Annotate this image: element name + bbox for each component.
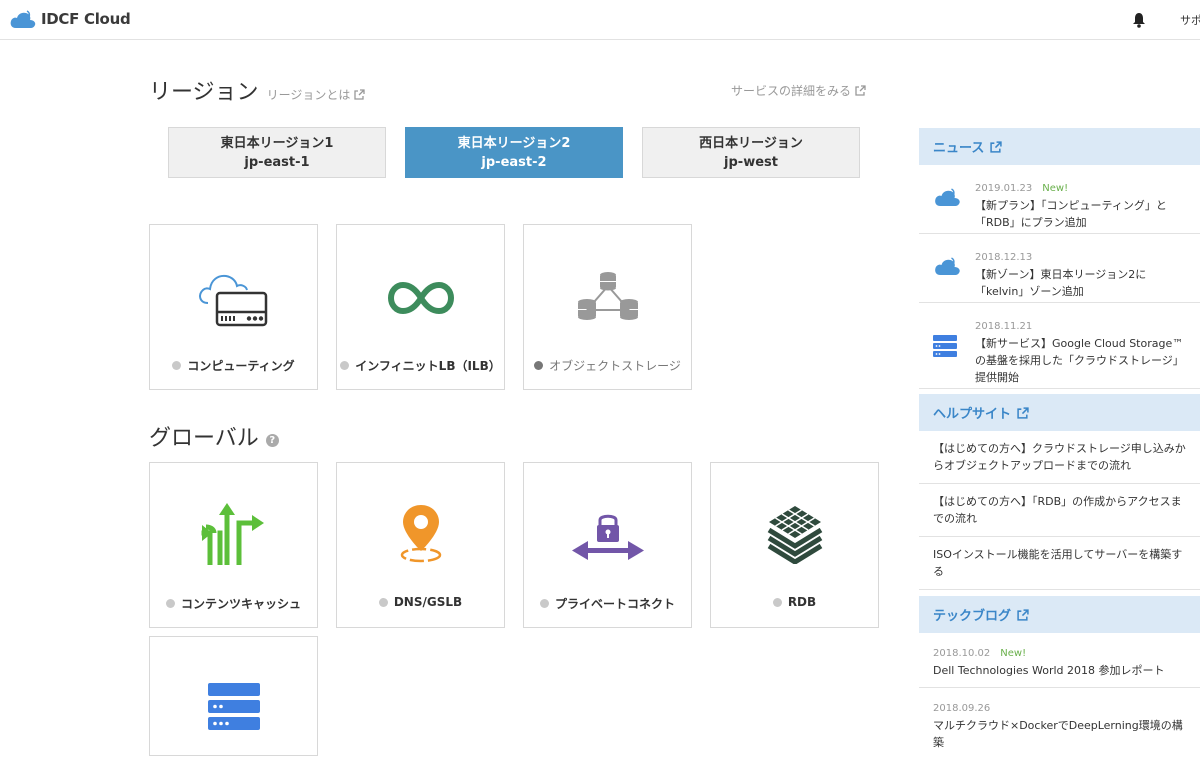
service-label: RDB xyxy=(711,595,878,609)
region-tab-jp-west[interactable]: 西日本リージョン jp-west xyxy=(642,127,860,178)
app-title: IDCF Cloud xyxy=(41,10,131,28)
service-card-dns-gslb[interactable]: DNS/GSLB xyxy=(336,462,505,628)
service-label: コンテンツキャッシュ xyxy=(150,595,317,612)
status-dot xyxy=(165,599,175,608)
help-item[interactable]: ISOインストール機能を活用してサーバーを構築する xyxy=(919,537,1200,590)
external-link-icon xyxy=(1017,406,1029,419)
news-date: 2018.11.21 xyxy=(975,321,1033,332)
top-header: IDCF Cloud サポ xyxy=(0,0,1200,40)
infinity-icon xyxy=(387,281,454,315)
service-label-text: DNS/GSLB xyxy=(393,595,463,609)
help-item[interactable]: 【はじめての方へ】クラウドストレージ申し込みからオブジェクトアップロードまでの流… xyxy=(919,431,1200,484)
service-label: インフィニットLB（ILB） xyxy=(337,357,504,374)
help-heading[interactable]: ヘルプサイト xyxy=(919,394,1200,431)
storage-icon xyxy=(933,335,957,357)
help-heading-label: ヘルプサイト xyxy=(933,407,1012,422)
service-card-content-cache[interactable]: コンテンツキャッシュ xyxy=(149,462,318,628)
help-icon[interactable]: ? xyxy=(265,433,279,447)
status-dot xyxy=(772,597,782,607)
service-label-text: オブジェクトストレージ xyxy=(549,359,681,373)
news-heading[interactable]: ニュース xyxy=(919,128,1200,165)
new-badge: New! xyxy=(1000,648,1027,659)
blog-heading[interactable]: テックブログ xyxy=(919,596,1200,633)
region-tab-jp-east-2[interactable]: 東日本リージョン2 jp-east-2 xyxy=(405,127,623,178)
new-badge: New! xyxy=(1042,183,1069,194)
service-label-text: プライベートコネクト xyxy=(554,597,675,611)
notification-bell-icon[interactable] xyxy=(1132,12,1146,32)
service-label-text: RDB xyxy=(787,595,817,609)
service-label-text: インフィニットLB（ILB） xyxy=(355,359,501,373)
private-connect-icon xyxy=(571,514,644,560)
storage-server-icon xyxy=(207,683,260,730)
blog-date: 2018.10.02 xyxy=(933,648,991,659)
service-card-private-connect[interactable]: プライベートコネクト xyxy=(523,462,692,628)
region-about-label: リージョンとは xyxy=(266,88,351,102)
news-item[interactable]: 2018.12.13 【新ゾーン】東日本リージョン2に「kelvin」ゾーン追加 xyxy=(919,234,1200,303)
service-card-computing[interactable]: コンピューティング xyxy=(149,224,318,390)
news-text: 【新サービス】Google Cloud Storage™の基盤を採用した「クラウ… xyxy=(975,337,1184,384)
external-link-icon xyxy=(1017,608,1029,621)
region-tab-code: jp-east-1 xyxy=(244,155,310,170)
region-tab-jp-east-1[interactable]: 東日本リージョン1 jp-east-1 xyxy=(168,127,386,178)
blog-item[interactable]: 2018.09.26 マルチクラウド×DockerでDeepLerning環境の… xyxy=(919,688,1200,759)
app-logo[interactable]: IDCF Cloud xyxy=(9,9,131,29)
status-dot xyxy=(378,597,388,607)
region-tab-name: 東日本リージョン2 xyxy=(457,136,571,151)
service-card-storage[interactable] xyxy=(149,636,318,756)
cache-arrows-icon xyxy=(201,503,264,565)
region-heading: リージョン リージョンとは xyxy=(149,74,365,106)
rdb-layers-icon xyxy=(767,506,822,564)
blog-item[interactable]: 2018.10.02 New! Dell Technologies World 2… xyxy=(919,633,1200,688)
news-heading-label: ニュース xyxy=(933,141,985,156)
status-dot xyxy=(534,361,544,370)
location-pin-icon xyxy=(400,505,441,563)
region-title: リージョン xyxy=(149,80,259,105)
news-text: 【新プラン】「コンピューティング」と「RDB」にプラン追加 xyxy=(975,199,1167,229)
service-detail-link[interactable]: サービスの詳細をみる xyxy=(731,82,866,99)
blog-heading-label: テックブログ xyxy=(933,609,1012,624)
news-text: 【新ゾーン】東日本リージョン2に「kelvin」ゾーン追加 xyxy=(975,268,1147,298)
region-tab-code: jp-west xyxy=(724,155,778,170)
external-link-icon xyxy=(990,140,1003,153)
help-item[interactable]: 【はじめての方へ】「RDB」の作成からアクセスまでの流れ xyxy=(919,484,1200,537)
service-label-text: コンテンツキャッシュ xyxy=(180,597,301,611)
cloud-icon xyxy=(935,188,960,206)
status-dot xyxy=(172,361,182,370)
external-link-icon xyxy=(354,89,365,100)
service-detail-label: サービスの詳細をみる xyxy=(731,84,852,98)
service-card-rdb[interactable]: RDB xyxy=(710,462,879,628)
service-label-text: コンピューティング xyxy=(187,359,295,373)
blog-text: Dell Technologies World 2018 参加レポート xyxy=(933,664,1165,677)
cloud-logo-icon xyxy=(10,10,36,28)
global-heading: グローバル ? xyxy=(149,420,279,452)
news-item[interactable]: 2018.11.21 【新サービス】Google Cloud Storage™の… xyxy=(919,303,1200,389)
service-label: DNS/GSLB xyxy=(337,595,504,609)
cloud-icon xyxy=(935,257,960,275)
support-menu[interactable]: サポ xyxy=(1180,12,1200,28)
external-link-icon xyxy=(855,85,866,96)
news-date: 2019.01.23 xyxy=(975,183,1033,194)
service-card-ilb[interactable]: インフィニットLB（ILB） xyxy=(336,224,505,390)
cloud-server-icon xyxy=(198,274,267,327)
region-tab-code: jp-east-2 xyxy=(481,155,547,170)
right-sidebar: ニュース 2019.01.23 New! 【新プラン】「コンピューティング」と「R… xyxy=(919,128,1200,759)
service-card-object-storage[interactable]: オブジェクトストレージ xyxy=(523,224,692,390)
service-label: オブジェクトストレージ xyxy=(524,357,691,374)
service-label: コンピューティング xyxy=(150,357,317,374)
object-storage-icon xyxy=(577,272,638,320)
status-dot xyxy=(340,361,350,370)
service-label: プライベートコネクト xyxy=(524,595,691,612)
blog-text: マルチクラウド×DockerでDeepLerning環境の構築 xyxy=(933,719,1183,749)
blog-date: 2018.09.26 xyxy=(933,703,991,714)
news-date: 2018.12.13 xyxy=(975,252,1033,263)
region-tab-name: 東日本リージョン1 xyxy=(220,136,334,151)
news-item[interactable]: 2019.01.23 New! 【新プラン】「コンピューティング」と「RDB」にプ… xyxy=(919,165,1200,234)
region-about-link[interactable]: リージョンとは xyxy=(267,86,366,103)
status-dot xyxy=(539,599,549,608)
global-title: グローバル xyxy=(149,426,259,451)
region-tab-name: 西日本リージョン xyxy=(699,136,803,151)
